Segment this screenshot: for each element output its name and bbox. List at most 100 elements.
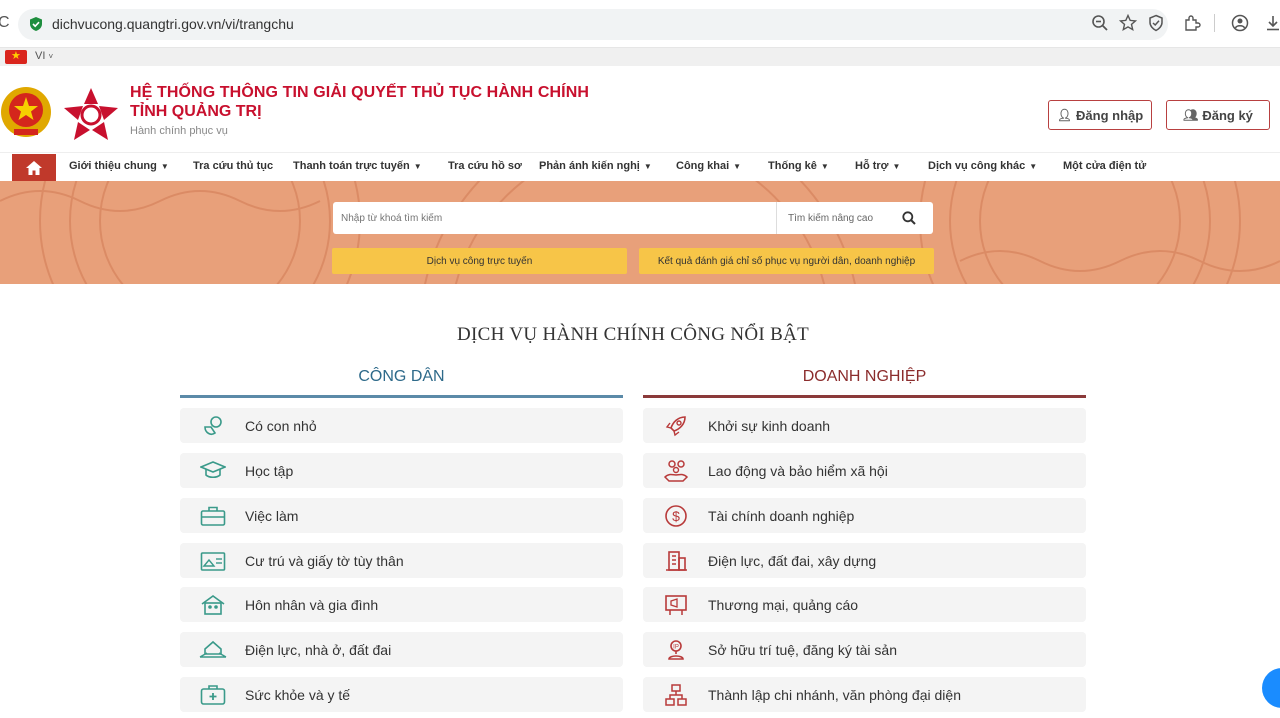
site-title-line2: TỈNH QUẢNG TRỊ xyxy=(130,103,262,120)
nav-item-gioi-thieu[interactable]: Giới thiệu chung ▼ xyxy=(69,160,169,172)
language-bar: ★ VI ˅ xyxy=(0,48,1280,66)
nav-label: Dịch vụ công khác xyxy=(928,160,1026,172)
org-chart-icon xyxy=(662,683,690,707)
search-icon xyxy=(902,211,916,225)
list-item[interactable]: Có con nhỏ xyxy=(180,408,623,443)
medical-kit-icon xyxy=(199,683,227,707)
main-nav: Giới thiệu chung ▼ Tra cứu thủ tục Thanh … xyxy=(0,152,1280,182)
profile-icon[interactable] xyxy=(1231,14,1249,32)
list-item[interactable]: Khởi sự kinh doanh xyxy=(643,408,1086,443)
list-item[interactable]: Cư trú và giấy tờ tùy thân xyxy=(180,543,623,578)
billboard-icon xyxy=(662,593,690,617)
list-item-label: Học tập xyxy=(245,462,294,479)
list-item-label: Điện lực, nhà ở, đất đai xyxy=(245,641,392,658)
national-emblem-icon xyxy=(1,87,51,137)
user-plus-icon: 👥︎ xyxy=(1183,108,1199,122)
list-item-label: Sở hữu trí tuệ, đăng ký tài sản xyxy=(708,641,897,658)
browser-toolbar: C dichvucong.quangtri.gov.vn/vi/trangchu xyxy=(0,0,1280,48)
nav-item-ho-tro[interactable]: Hỗ trợ ▼ xyxy=(855,160,900,172)
reload-icon[interactable]: C xyxy=(0,14,10,32)
nav-item-thanh-toan[interactable]: Thanh toán trực tuyến ▼ xyxy=(293,160,422,172)
nav-item-tra-cuu-ho-so[interactable]: Tra cứu hồ sơ xyxy=(448,160,522,172)
shield-extension-icon[interactable] xyxy=(1147,14,1165,32)
nav-label: Giới thiệu chung xyxy=(69,160,157,172)
business-underline xyxy=(643,395,1086,398)
address-bar[interactable]: dichvucong.quangtri.gov.vn/vi/trangchu xyxy=(18,9,1168,40)
workers-icon xyxy=(662,459,690,483)
site-header: HỆ THỐNG THÔNG TIN GIẢI QUYẾT THỦ TỤC HÀ… xyxy=(0,66,1280,152)
login-button[interactable]: 👤︎ Đăng nhập xyxy=(1048,100,1152,130)
register-button[interactable]: 👥︎ Đăng ký xyxy=(1166,100,1270,130)
list-item-label: Có con nhỏ xyxy=(245,417,317,434)
nav-item-dich-vu-cong-khac[interactable]: Dịch vụ công khác ▼ xyxy=(928,160,1037,172)
list-item-label: Sức khỏe và y tế xyxy=(245,686,351,703)
list-item-label: Thương mại, quảng cáo xyxy=(708,596,859,613)
nav-item-mot-cua[interactable]: Một cửa điện tử xyxy=(1063,160,1146,172)
nav-label: Thống kê xyxy=(768,160,817,172)
list-item[interactable]: IP Sở hữu trí tuệ, đăng ký tài sản xyxy=(643,632,1086,667)
nav-item-thong-ke[interactable]: Thống kê ▼ xyxy=(768,160,829,172)
list-item[interactable]: Hôn nhân và gia đình xyxy=(180,587,623,622)
nav-item-phan-anh[interactable]: Phản ánh kiến nghị ▼ xyxy=(539,160,652,172)
list-item-label: Khởi sự kinh doanh xyxy=(708,417,831,434)
svg-text:$: $ xyxy=(672,508,680,524)
baby-icon xyxy=(199,414,227,438)
nav-label: Phản ánh kiến nghị xyxy=(539,160,640,172)
list-item-label: Lao động và bảo hiểm xã hội xyxy=(708,462,888,479)
zoom-out-icon[interactable] xyxy=(1091,14,1109,32)
caret-down-icon: ▼ xyxy=(820,162,829,171)
id-card-icon xyxy=(199,549,227,573)
site-subtitle: Hành chính phục vụ xyxy=(130,125,228,137)
rocket-icon xyxy=(662,414,690,438)
citizen-underline xyxy=(180,395,623,398)
search-input[interactable] xyxy=(333,202,775,234)
business-heading[interactable]: DOANH NGHIỆP xyxy=(643,368,1086,386)
list-item-label: Việc làm xyxy=(245,507,299,524)
nav-label: Tra cứu hồ sơ xyxy=(448,160,522,172)
toolbar-divider xyxy=(1214,14,1215,32)
house-land-icon xyxy=(199,638,227,662)
family-home-icon xyxy=(199,593,227,617)
graduation-cap-icon xyxy=(199,459,227,483)
list-item[interactable]: Lao động và bảo hiểm xã hội xyxy=(643,453,1086,488)
list-item-label: Thành lập chi nhánh, văn phòng đại diện xyxy=(708,686,961,703)
list-item-label: Hôn nhân và gia đình xyxy=(245,596,379,613)
evaluation-result-button[interactable]: Kết quả đánh giá chỉ số phục vụ người dâ… xyxy=(639,248,934,274)
nav-label: Hỗ trợ xyxy=(855,160,889,172)
url-text[interactable]: dichvucong.quangtri.gov.vn/vi/trangchu xyxy=(52,16,294,32)
quang-tri-logo-icon xyxy=(64,88,118,140)
bookmark-star-icon[interactable] xyxy=(1119,14,1137,32)
nav-home-button[interactable] xyxy=(12,154,56,182)
caret-down-icon: ▼ xyxy=(1029,162,1038,171)
nav-item-cong-khai[interactable]: Công khai ▼ xyxy=(676,160,741,172)
secure-lock-icon[interactable] xyxy=(28,16,44,32)
register-label: Đăng ký xyxy=(1202,107,1253,123)
list-item[interactable]: Sức khỏe và y tế xyxy=(180,677,623,712)
online-service-button[interactable]: Dịch vụ công trực tuyến xyxy=(332,248,627,274)
advanced-search-link[interactable]: Tìm kiếm nâng cao xyxy=(776,202,886,234)
search-button[interactable] xyxy=(889,208,929,228)
briefcase-icon xyxy=(199,504,227,528)
svg-text:IP: IP xyxy=(673,644,679,650)
section-title: DỊCH VỤ HÀNH CHÍNH CÔNG NỔI BẬT xyxy=(457,324,809,345)
chevron-down-icon: ˅ xyxy=(48,52,54,61)
vietnam-flag-icon[interactable]: ★ xyxy=(5,50,27,64)
list-item[interactable]: Học tập xyxy=(180,453,623,488)
messenger-chat-icon[interactable] xyxy=(1262,668,1280,708)
download-icon[interactable] xyxy=(1264,14,1280,32)
list-item[interactable]: $ Tài chính doanh nghiệp xyxy=(643,498,1086,533)
extensions-puzzle-icon[interactable] xyxy=(1183,14,1201,32)
list-item[interactable]: Việc làm xyxy=(180,498,623,533)
building-icon xyxy=(662,549,690,573)
nav-item-tra-cuu-thu-tuc[interactable]: Tra cứu thủ tục xyxy=(193,160,273,172)
home-icon xyxy=(26,161,42,175)
citizen-heading[interactable]: CÔNG DÂN xyxy=(180,368,623,386)
language-selector[interactable]: VI ˅ xyxy=(35,50,53,62)
search-box: Tìm kiếm nâng cao xyxy=(333,202,933,234)
search-banner: Tìm kiếm nâng cao Dịch vụ công trực tuyế… xyxy=(0,181,1280,284)
list-item[interactable]: Điện lực, nhà ở, đất đai xyxy=(180,632,623,667)
list-item[interactable]: Thành lập chi nhánh, văn phòng đại diện xyxy=(643,677,1086,712)
list-item[interactable]: Điện lực, đất đai, xây dựng xyxy=(643,543,1086,578)
list-item[interactable]: Thương mại, quảng cáo xyxy=(643,587,1086,622)
caret-down-icon: ▼ xyxy=(892,162,901,171)
